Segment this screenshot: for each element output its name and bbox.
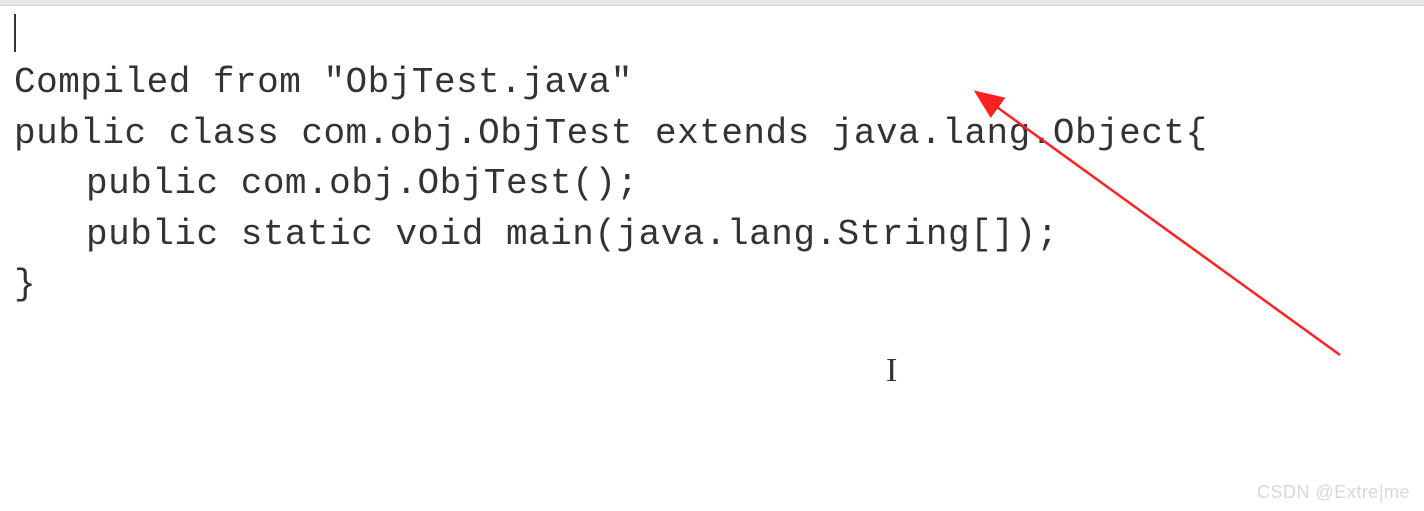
code-line-4: public static void main(java.lang.String… xyxy=(14,214,1059,255)
code-line-2: public class com.obj.ObjTest extends jav… xyxy=(14,113,1208,154)
watermark-text: CSDN @Extre|me xyxy=(1257,482,1410,503)
code-line-5: } xyxy=(14,264,36,305)
code-block: Compiled from "ObjTest.java" public clas… xyxy=(14,8,1410,310)
code-line-3: public com.obj.ObjTest(); xyxy=(14,163,639,204)
editor-top-border xyxy=(0,0,1424,6)
code-line-1: Compiled from "ObjTest.java" xyxy=(14,62,633,103)
ibeam-cursor-icon: I xyxy=(886,352,897,390)
